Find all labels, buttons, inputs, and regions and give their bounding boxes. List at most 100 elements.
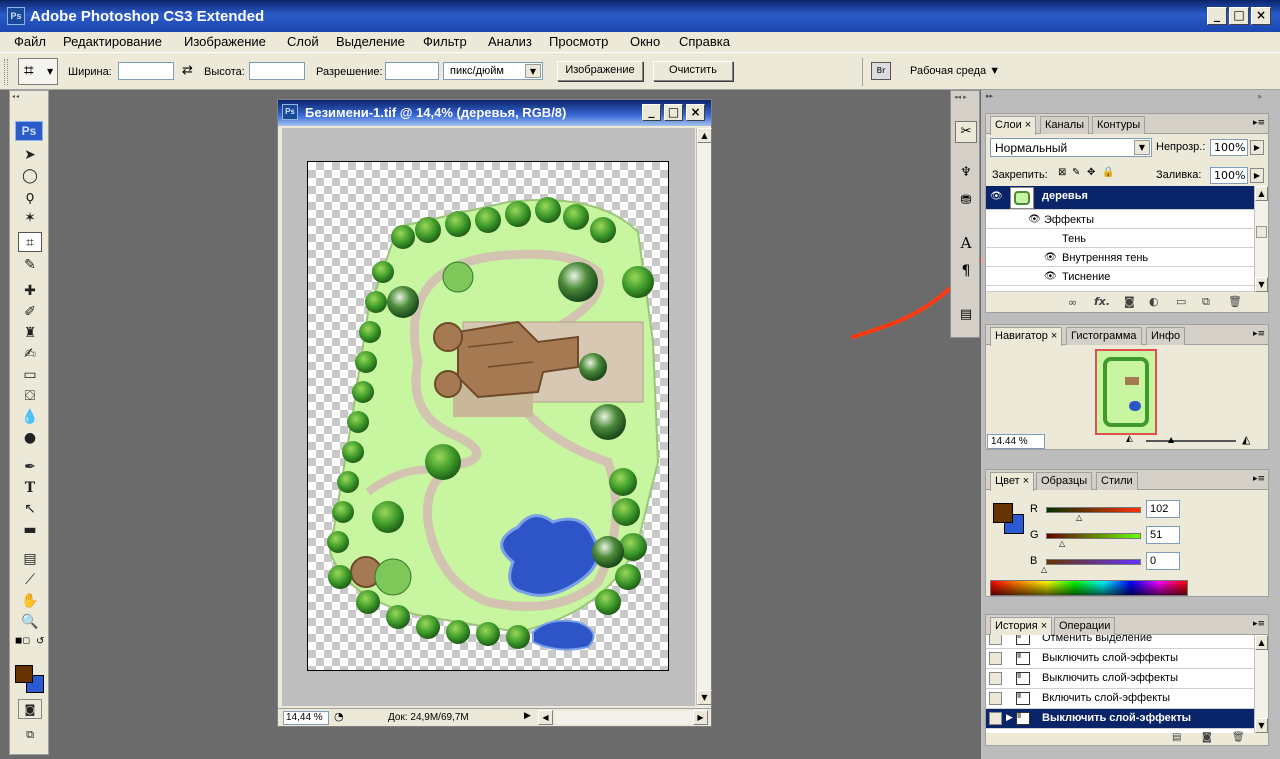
menu-edit[interactable]: Редактирование: [63, 34, 162, 49]
dock-grip[interactable]: ◂◂ ▸: [954, 93, 967, 101]
effect-row-drop-shadow[interactable]: Тень: [986, 229, 1254, 248]
image-canvas[interactable]: [307, 161, 669, 671]
healing-brush-tool-icon[interactable]: ✚: [18, 281, 42, 301]
menu-image[interactable]: Изображение: [184, 34, 266, 49]
zoom-in-icon[interactable]: ◭: [1242, 433, 1250, 446]
scroll-thumb[interactable]: [1256, 226, 1267, 238]
close-button[interactable]: ×: [1251, 7, 1271, 25]
marquee-tool-icon[interactable]: ◯: [18, 166, 42, 186]
add-mask-icon[interactable]: ◙: [1124, 295, 1135, 308]
blue-slider-thumb[interactable]: △: [1041, 565, 1047, 574]
menu-select[interactable]: Выделение: [336, 34, 405, 49]
tab-history[interactable]: История ×: [990, 617, 1053, 636]
workspace-menu[interactable]: Рабочая среда ▼: [910, 65, 1000, 77]
scroll-up-button[interactable]: ▲: [1255, 635, 1268, 650]
new-layer-icon[interactable]: ⧉: [1202, 295, 1210, 309]
lasso-tool-icon[interactable]: ϙ: [18, 187, 42, 207]
zoom-tool-icon[interactable]: 🔍: [18, 612, 42, 632]
effect-row-emboss[interactable]: 👁 Тиснение: [986, 267, 1254, 286]
tool-presets-icon[interactable]: ✂: [955, 121, 977, 143]
lock-pixels-icon[interactable]: ✎: [1072, 167, 1080, 178]
tab-info[interactable]: Инфо: [1146, 327, 1186, 345]
menu-window[interactable]: Окно: [630, 34, 660, 49]
scroll-down-button[interactable]: ▼: [697, 690, 712, 705]
trash-icon[interactable]: 🗑: [1232, 732, 1245, 743]
image-button[interactable]: Изображение: [557, 61, 643, 81]
type-tool-icon[interactable]: T: [18, 478, 42, 498]
crop-tool-icon[interactable]: ⌗: [18, 232, 42, 252]
path-selection-tool-icon[interactable]: ↖: [18, 499, 42, 519]
eye-icon[interactable]: 👁: [990, 191, 1003, 202]
brush-tool-icon[interactable]: ✐: [18, 302, 42, 322]
panel-menu-icon[interactable]: ▸≡: [1253, 619, 1265, 629]
effects-row[interactable]: 👁 Эффекты: [986, 210, 1254, 229]
panel-menu-icon[interactable]: ▸≡: [1253, 474, 1265, 484]
scroll-left-button[interactable]: ◀: [538, 710, 553, 725]
opacity-arrow-icon[interactable]: ▶: [1250, 140, 1264, 155]
scroll-down-button[interactable]: ▼: [1255, 277, 1268, 292]
screen-mode-icon[interactable]: ⧉: [18, 725, 42, 745]
dodge-tool-icon[interactable]: ●: [18, 428, 42, 448]
scroll-right-button[interactable]: ▶: [693, 710, 708, 725]
eye-icon[interactable]: 👁: [1044, 252, 1057, 263]
eraser-tool-icon[interactable]: ▭: [18, 365, 42, 385]
fx-icon[interactable]: fx.: [1094, 295, 1110, 308]
horizontal-scrollbar[interactable]: [555, 711, 693, 724]
history-brush-tool-icon[interactable]: ✍: [18, 344, 42, 364]
red-value[interactable]: 102: [1146, 500, 1180, 518]
new-group-icon[interactable]: ▭: [1176, 295, 1186, 308]
red-slider-thumb[interactable]: △: [1076, 513, 1082, 522]
panel-grip[interactable]: ▸▸: [986, 92, 993, 100]
doc-minimize-button[interactable]: _: [642, 104, 661, 121]
scroll-up-button[interactable]: ▲: [1255, 186, 1268, 201]
document-title-bar[interactable]: Ps Безимени-1.tif @ 14,4% (деревья, RGB/…: [278, 100, 711, 126]
eye-icon[interactable]: 👁: [1044, 271, 1057, 282]
link-layers-icon[interactable]: ∞: [1068, 296, 1077, 309]
blend-mode-select[interactable]: Нормальный ▼: [990, 138, 1152, 157]
snapshot-checkbox[interactable]: [989, 712, 1002, 725]
tab-layers[interactable]: Слои ×: [990, 116, 1037, 135]
snapshot-checkbox[interactable]: [989, 672, 1002, 685]
resolution-input[interactable]: [385, 62, 439, 80]
default-colors-icon[interactable]: ◼◻: [15, 636, 30, 646]
panel-menu-icon[interactable]: ▸≡: [1253, 329, 1265, 339]
blue-slider[interactable]: [1046, 559, 1141, 565]
doc-close-button[interactable]: ×: [686, 104, 705, 121]
red-slider[interactable]: [1046, 507, 1141, 513]
menu-file[interactable]: Файл: [14, 34, 46, 49]
panel-menu-icon[interactable]: ▸≡: [1253, 118, 1265, 128]
clear-button[interactable]: Очистить: [653, 61, 733, 81]
bridge-icon[interactable]: Br: [871, 62, 891, 80]
maximize-button[interactable]: □: [1229, 7, 1249, 25]
hand-tool-icon[interactable]: ✋: [18, 591, 42, 611]
tab-histogram[interactable]: Гистограмма: [1066, 327, 1142, 345]
panel-collapse-icon[interactable]: »: [1257, 92, 1262, 101]
scroll-down-button[interactable]: ▼: [1255, 718, 1268, 733]
lock-all-icon[interactable]: 🔒: [1102, 167, 1114, 178]
navigator-zoom-field[interactable]: 14.44 %: [987, 434, 1045, 449]
snapshot-checkbox[interactable]: [989, 692, 1002, 705]
quick-mask-icon[interactable]: ◙: [18, 699, 42, 719]
foreground-color-swatch[interactable]: [15, 665, 33, 683]
tab-navigator[interactable]: Навигатор ×: [990, 327, 1063, 346]
scroll-up-button[interactable]: ▲: [697, 128, 712, 143]
adjustment-layer-icon[interactable]: ◐: [1149, 295, 1159, 308]
snapshot-checkbox[interactable]: [989, 635, 1002, 645]
layer-row-partial[interactable]: [986, 286, 1254, 292]
fill-arrow-icon[interactable]: ▶: [1250, 168, 1264, 183]
menu-layer[interactable]: Слой: [287, 34, 319, 49]
history-item-current[interactable]: ▶ ≡ ≡ Выключить слой-эффекты: [986, 709, 1254, 729]
snapshot-checkbox[interactable]: [989, 652, 1002, 665]
layer-row-trees[interactable]: 👁 деревья: [986, 186, 1254, 210]
tab-swatches[interactable]: Образцы: [1036, 472, 1093, 490]
canvas-area[interactable]: [282, 128, 695, 706]
lock-transparency-icon[interactable]: ⊠: [1058, 167, 1066, 178]
tab-paths[interactable]: Контуры: [1092, 116, 1146, 134]
green-value[interactable]: 51: [1146, 526, 1180, 544]
status-menu-arrow-icon[interactable]: ▶: [524, 711, 531, 721]
history-item[interactable]: ≡≡ Отменить выделение: [986, 635, 1254, 649]
height-input[interactable]: [249, 62, 305, 80]
tab-styles[interactable]: Стили: [1096, 472, 1138, 490]
navigator-preview[interactable]: [1095, 349, 1157, 435]
eye-icon[interactable]: 👁: [1028, 214, 1041, 225]
